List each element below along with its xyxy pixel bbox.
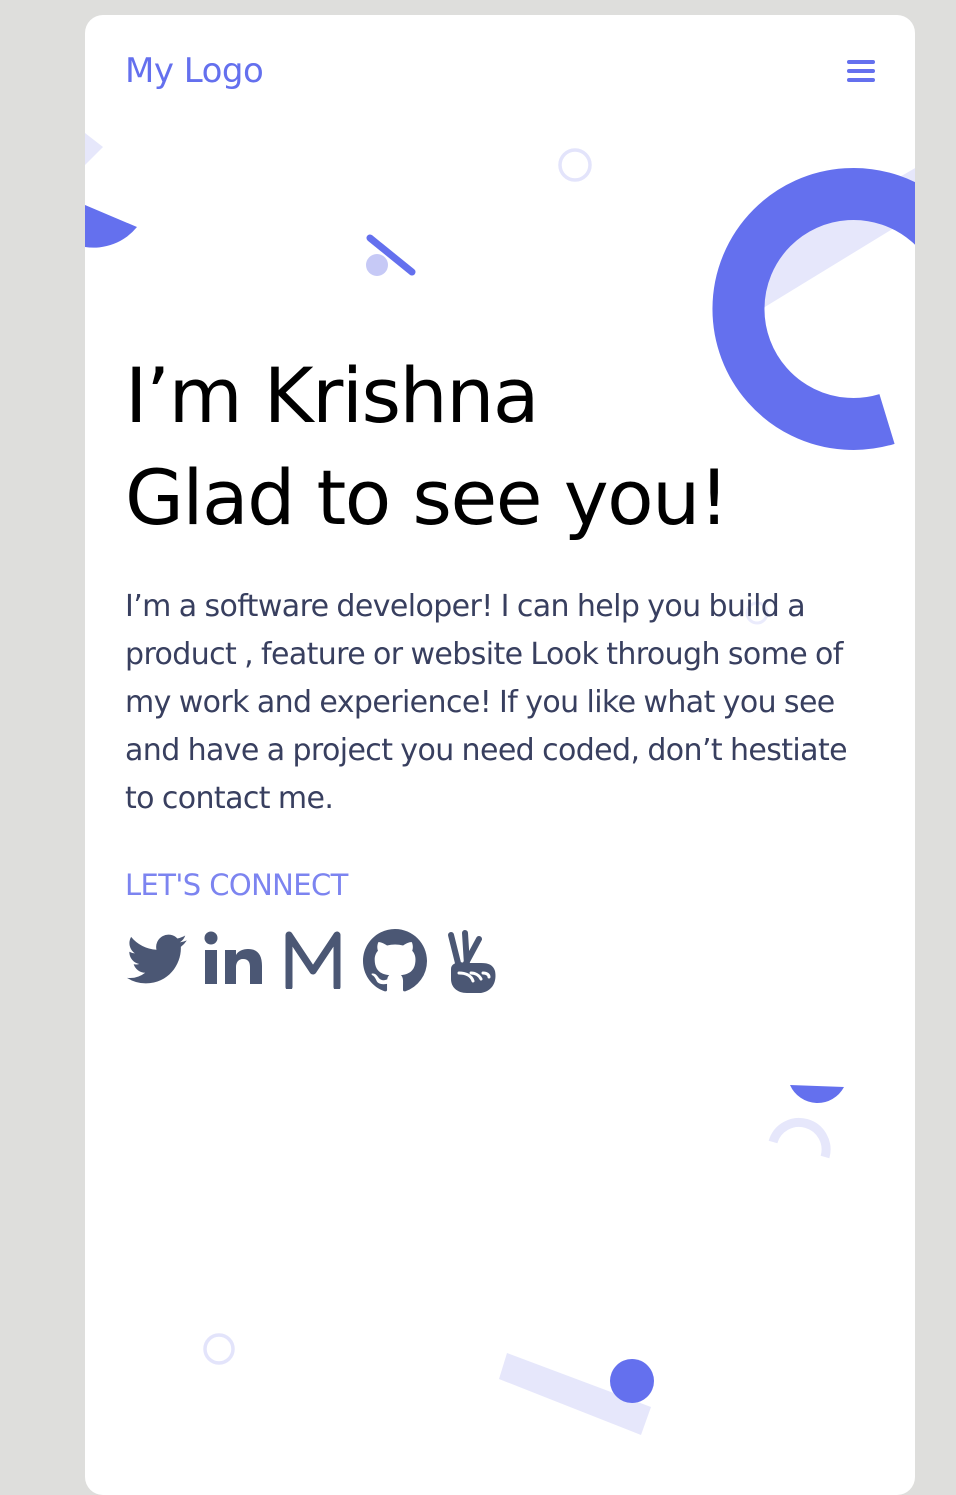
twitter-link[interactable] [125, 929, 189, 989]
twitter-icon [127, 934, 187, 984]
decor-ring-top [558, 148, 592, 182]
hero-headline: I’m Krishna Glad to see you! [125, 345, 729, 549]
github-icon [363, 929, 427, 992]
connect-label: LET'S CONNECT [125, 868, 348, 902]
decor-dot-small [366, 254, 388, 276]
headline-line-1: I’m Krishna [125, 351, 539, 440]
decor-half-circle-left [85, 205, 137, 248]
angellist-icon [448, 930, 496, 993]
decor-ring-bottom [203, 1333, 235, 1365]
decor-half-circle-small [790, 1085, 844, 1103]
angellist-link[interactable] [445, 929, 503, 997]
hamburger-menu-button[interactable] [845, 57, 875, 85]
hamburger-menu-icon [847, 60, 875, 64]
medium-link[interactable] [283, 929, 343, 989]
decor-dot-bottom [610, 1359, 654, 1403]
hero-intro-text: I’m a software developer! I can help you… [125, 589, 848, 816]
github-link[interactable] [363, 929, 427, 993]
decor-triangle-top-left [85, 133, 103, 165]
linkedin-link[interactable] [203, 929, 263, 989]
headline-line-2: Glad to see you! [125, 453, 729, 542]
page-card: My Logo I’m Krishna Glad to see you! I’m… [85, 15, 915, 1495]
logo[interactable]: My Logo [125, 51, 264, 91]
linkedin-icon [204, 931, 262, 984]
decor-arc-small [768, 1117, 831, 1159]
medium-icon [285, 931, 341, 989]
